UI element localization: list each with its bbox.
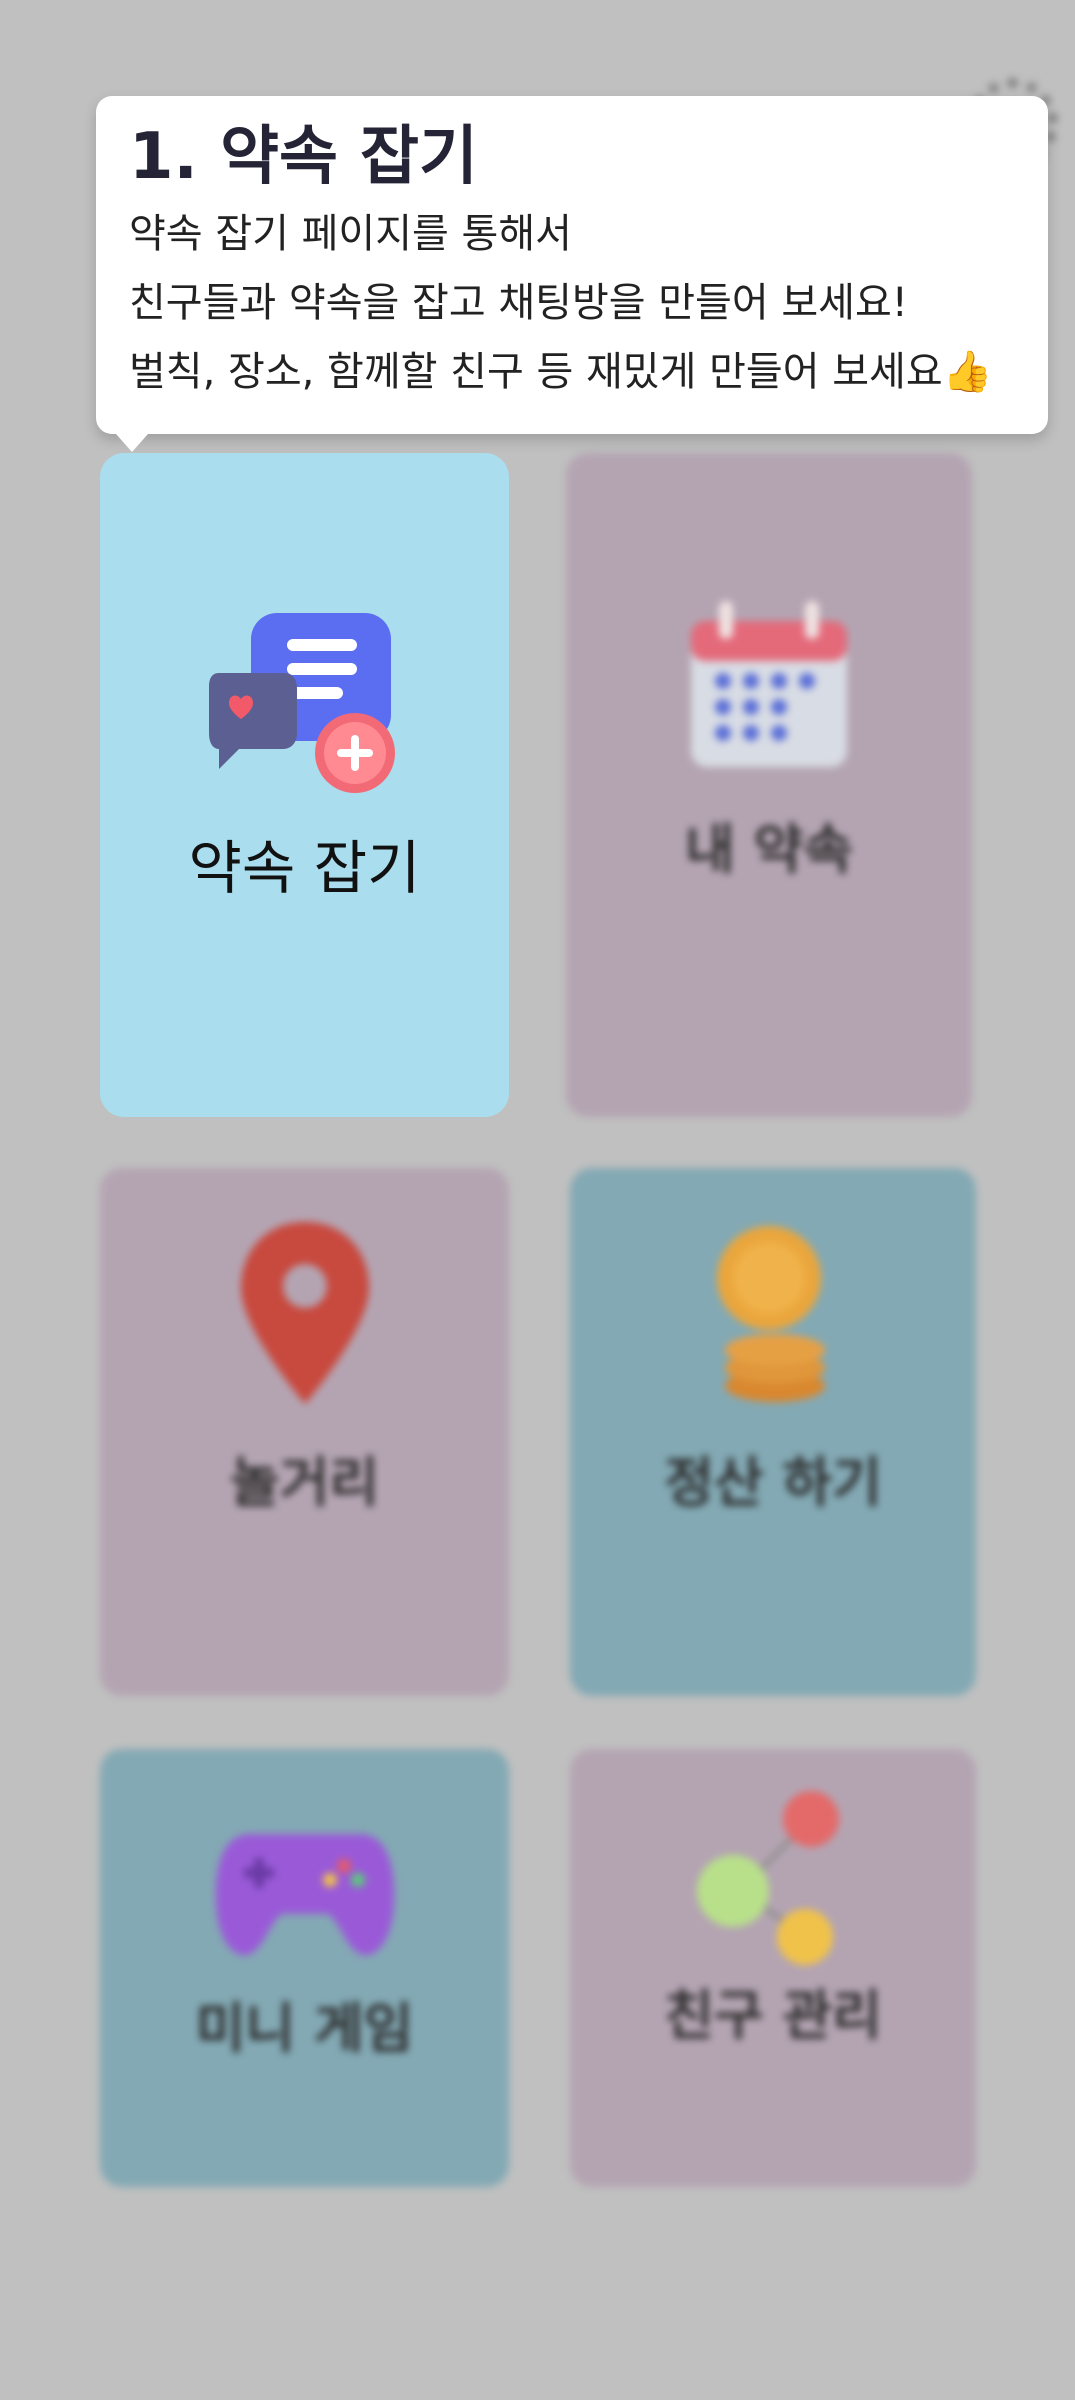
friends-network-icon: [697, 1791, 839, 1965]
tooltip-line: 친구들과 약속을 잡고 채팅방을 만들어 보세요!: [129, 280, 908, 326]
calendar-icon: [691, 601, 847, 767]
tooltip-title: 1. 약속 잡기: [129, 120, 478, 194]
app-screen: 내 약속 놀거리 정산 하기 미니 게임 친구 관리 약속 잡기 1. 약속 잡…: [0, 0, 1075, 2400]
menu-card-settlement[interactable]: 정산 하기: [570, 1168, 976, 1696]
menu-card-mini-game[interactable]: 미니 게임: [100, 1749, 509, 2187]
menu-card-appointment[interactable]: 약속 잡기: [100, 453, 509, 1117]
tooltip-line: 벌칙, 장소, 함께할 친구 등 재밌게 만들어 보세요👍: [129, 349, 993, 395]
menu-label: 내 약속: [685, 818, 853, 881]
chat-plus-icon: [208, 613, 395, 793]
menu-label: 친구 관리: [664, 1984, 882, 2047]
menu-card-my-appointments[interactable]: 내 약속: [566, 453, 972, 1117]
tooltip-line: 약속 잡기 페이지를 통해서: [129, 211, 572, 257]
coins-icon: [717, 1226, 825, 1402]
menu-label: 약속 잡기: [188, 834, 421, 902]
tutorial-tooltip[interactable]: 1. 약속 잡기 약속 잡기 페이지를 통해서 친구들과 약속을 잡고 채팅방을…: [96, 96, 1048, 452]
map-pin-icon: [240, 1222, 369, 1404]
menu-label: 미니 게임: [195, 1997, 414, 2060]
menu-card-places[interactable]: 놀거리: [100, 1168, 509, 1696]
menu-label: 정산 하기: [664, 1451, 882, 1514]
gamepad-icon: [215, 1834, 394, 1956]
menu-card-friends[interactable]: 친구 관리: [570, 1749, 976, 2187]
menu-label: 놀거리: [229, 1451, 380, 1514]
